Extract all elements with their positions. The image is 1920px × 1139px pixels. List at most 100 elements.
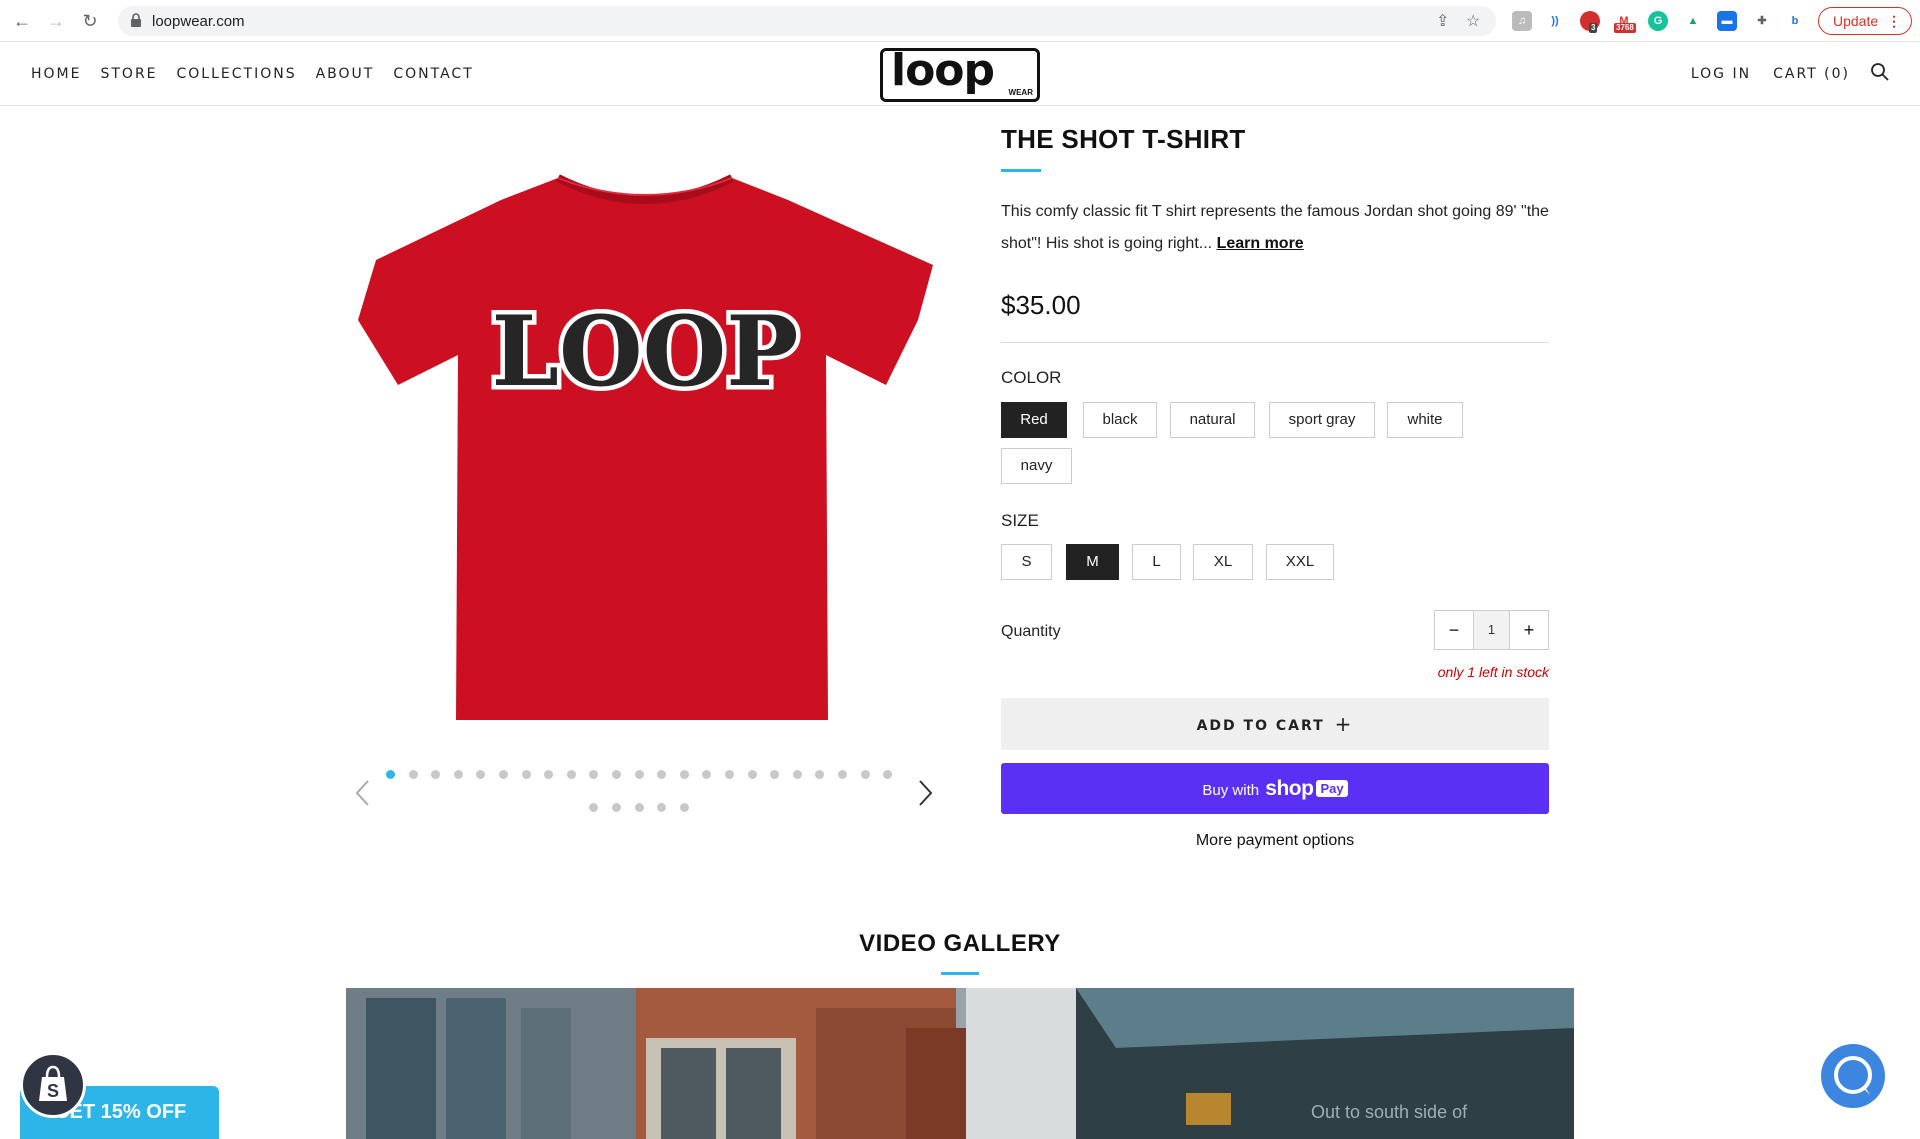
update-button[interactable]: Update ⋮ (1818, 7, 1912, 35)
slider-dot[interactable] (544, 770, 554, 779)
slider-dot[interactable] (431, 770, 441, 779)
slider-dot[interactable] (883, 770, 893, 779)
grammarly-extension-icon[interactable]: G (1648, 11, 1668, 31)
extension-icon[interactable]: ♫ (1512, 11, 1532, 31)
slider-dot[interactable] (838, 770, 847, 779)
kebab-menu-icon[interactable]: ⋮ (1887, 8, 1901, 34)
svg-text:S: S (47, 1081, 59, 1101)
cart-link[interactable]: CART (0) (1773, 66, 1850, 82)
slider-dot[interactable] (770, 770, 780, 779)
slider-dot[interactable] (725, 770, 734, 779)
nav-about[interactable]: ABOUT (316, 66, 375, 82)
slider-dot[interactable] (657, 803, 667, 812)
slider-dot[interactable] (476, 770, 486, 779)
color-option-white[interactable]: white (1387, 402, 1463, 438)
browser-toolbar: ← → ↻ loopwear.com ⇪ ☆ ♫ )) 3 M 3768 G ▲… (0, 0, 1920, 42)
update-label: Update (1833, 13, 1879, 29)
slider-dot[interactable] (499, 770, 508, 779)
plus-icon: + (1334, 712, 1354, 736)
add-to-cart-label: ADD TO CART (1196, 718, 1325, 734)
extension-icon[interactable]: )) (1545, 11, 1565, 31)
nav-collections[interactable]: COLLECTIONS (177, 66, 297, 82)
title-underline (1001, 169, 1041, 172)
site-header: HOME STORE COLLECTIONS ABOUT CONTACT loo… (0, 42, 1920, 106)
divider (1001, 342, 1549, 343)
slider-dot[interactable] (521, 770, 531, 779)
color-option-black[interactable]: black (1083, 402, 1157, 438)
add-to-cart-button[interactable]: ADD TO CART + (1001, 698, 1549, 750)
address-bar[interactable]: loopwear.com ⇪ ☆ (118, 6, 1496, 36)
nav-home[interactable]: HOME (31, 66, 81, 82)
site-logo[interactable]: loop WEAR (880, 45, 1040, 102)
color-label: COLOR (1001, 368, 1062, 387)
shop-pay-button[interactable]: Buy with shop Pay (1001, 763, 1549, 814)
chat-button[interactable] (1821, 1044, 1885, 1108)
search-icon[interactable] (1870, 62, 1890, 82)
adblock-extension-icon[interactable]: 3 (1580, 11, 1600, 33)
forward-icon[interactable]: → (44, 9, 68, 33)
stock-notice: only 1 left in stock (1437, 664, 1549, 680)
extension-badge: 3768 (1614, 23, 1636, 33)
drive-extension-icon[interactable]: ▲ (1683, 11, 1703, 31)
color-option-natural[interactable]: natural (1170, 402, 1255, 438)
logo-text: loop (891, 45, 995, 96)
product-image[interactable]: LOOP LOOP (358, 160, 933, 730)
slider-dot[interactable] (612, 770, 621, 779)
shopify-bag-icon[interactable]: S (20, 1052, 86, 1118)
quantity-input[interactable]: 1 (1473, 611, 1510, 649)
slider-dot[interactable] (634, 770, 644, 779)
slider-dot[interactable] (792, 770, 802, 779)
more-payment-options-link[interactable]: More payment options (1001, 832, 1549, 850)
extension-icon[interactable]: b (1785, 11, 1805, 31)
size-option-m[interactable]: M (1066, 544, 1119, 580)
extension-icon[interactable]: ▬ (1717, 11, 1737, 31)
slider-dot[interactable] (747, 770, 757, 779)
video-player[interactable]: Out to south side of (346, 988, 1574, 1139)
puzzle-icon[interactable]: ✚ (1752, 11, 1772, 31)
slider-dot[interactable] (815, 770, 825, 779)
slider-next-arrow-icon[interactable] (914, 778, 936, 808)
quantity-increase-button[interactable]: + (1510, 611, 1548, 649)
nav-store[interactable]: STORE (100, 66, 157, 82)
reload-icon[interactable]: ↻ (78, 9, 102, 33)
chat-bubble-icon (1834, 1056, 1872, 1095)
nav-contact[interactable]: CONTACT (393, 66, 473, 82)
share-icon[interactable]: ⇪ (1436, 11, 1449, 31)
lock-icon (131, 13, 141, 27)
size-option-s[interactable]: S (1001, 544, 1052, 580)
slider-dot[interactable] (566, 770, 576, 779)
slider-dot[interactable] (702, 770, 712, 779)
slider-dot[interactable] (634, 803, 644, 812)
url-text: loopwear.com (152, 13, 245, 30)
slider-dot[interactable] (589, 770, 599, 779)
product-description: This comfy classic fit T shirt represent… (1001, 196, 1549, 260)
buy-with-label: Buy with (1202, 782, 1260, 799)
learn-more-link[interactable]: Learn more (1217, 235, 1304, 252)
slider-dot[interactable] (612, 803, 621, 812)
back-icon[interactable]: ← (10, 9, 34, 33)
shop-logo-text: shop (1265, 777, 1314, 800)
main-nav: HOME STORE COLLECTIONS ABOUT CONTACT (31, 66, 493, 82)
slider-dot[interactable] (860, 770, 870, 779)
slider-dot[interactable] (679, 803, 689, 812)
slider-prev-arrow-icon[interactable] (352, 778, 374, 808)
slider-dot[interactable] (657, 770, 667, 779)
color-option-red[interactable]: Red (1001, 402, 1067, 438)
size-option-l[interactable]: L (1132, 544, 1181, 580)
size-option-xl[interactable]: XL (1193, 544, 1253, 580)
slider-dot[interactable] (679, 770, 689, 779)
gmail-extension-icon[interactable]: M 3768 (1614, 11, 1636, 33)
slider-dot[interactable] (408, 770, 418, 779)
color-option-sport-gray[interactable]: sport gray (1269, 402, 1375, 438)
quantity-decrease-button[interactable]: − (1435, 611, 1473, 649)
size-option-xxl[interactable]: XXL (1266, 544, 1334, 580)
slider-dot[interactable] (453, 770, 463, 779)
slider-dot[interactable] (386, 770, 395, 779)
shirt-print: LOOP (492, 295, 799, 408)
color-option-navy[interactable]: navy (1001, 448, 1072, 484)
product-title: THE SHOT T-SHIRT (1001, 124, 1246, 154)
slider-dot[interactable] (589, 803, 599, 812)
product-price: $35.00 (1001, 290, 1081, 320)
login-link[interactable]: LOG IN (1691, 66, 1751, 82)
bookmark-star-icon[interactable]: ☆ (1466, 11, 1480, 31)
